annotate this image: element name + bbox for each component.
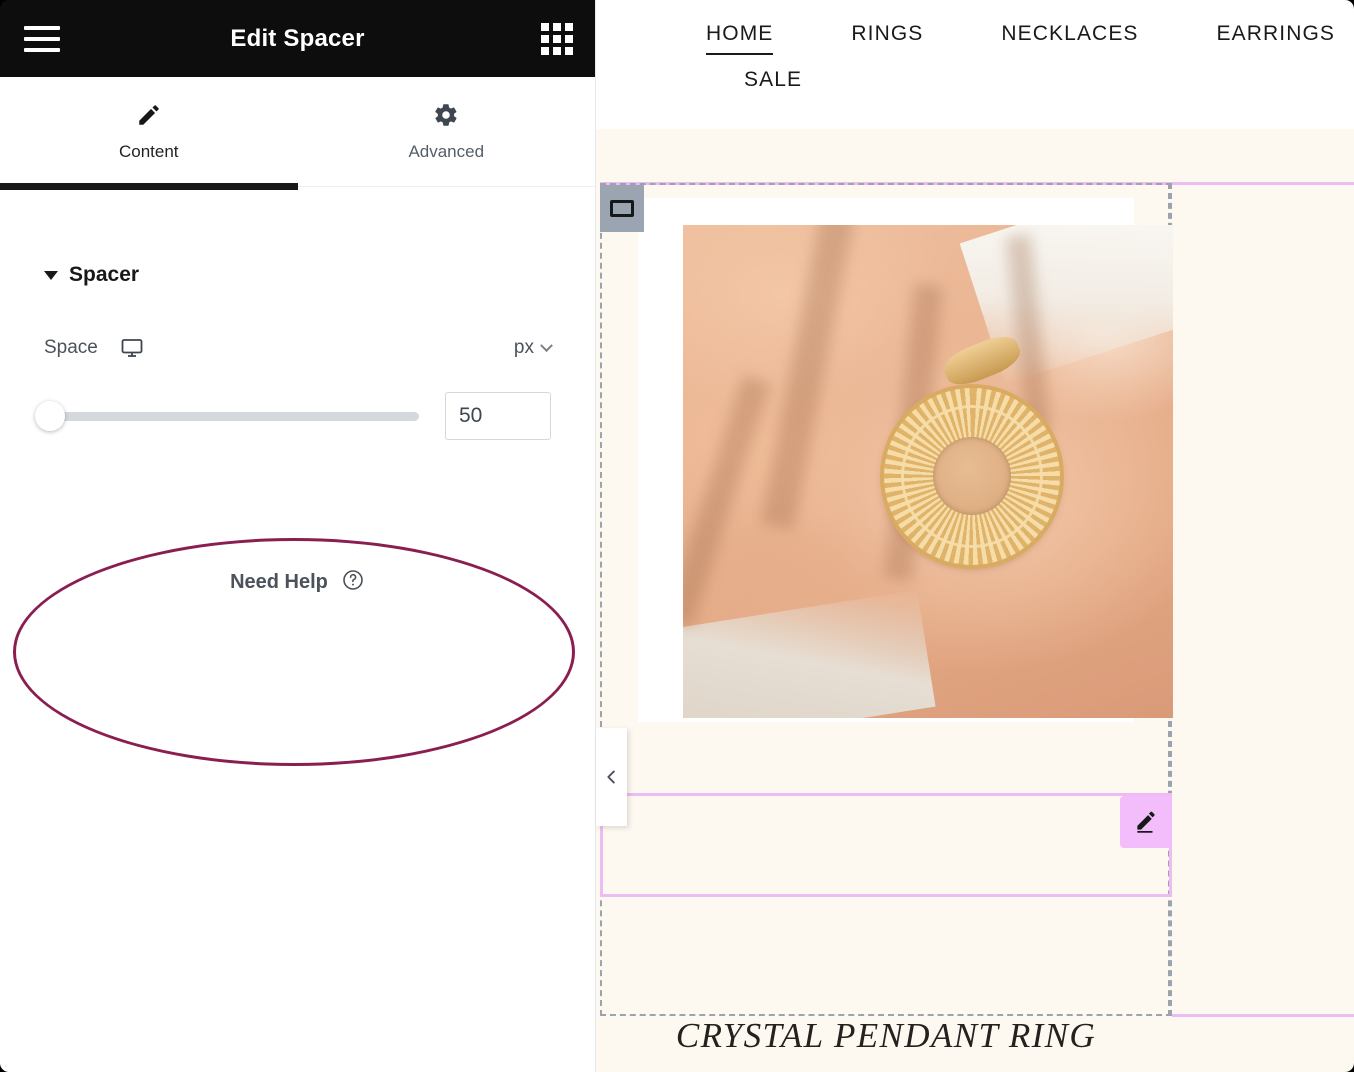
space-slider[interactable] (35, 401, 419, 431)
product-image[interactable] (683, 225, 1173, 718)
space-label: Space (44, 337, 98, 358)
slider-handle[interactable] (35, 401, 65, 431)
tab-content[interactable]: Content (0, 77, 298, 190)
panel-header: Edit Spacer (0, 0, 595, 77)
pencil-icon (136, 102, 162, 128)
panel-tabs: Content Advanced (0, 77, 596, 190)
hamburger-icon[interactable] (24, 25, 60, 52)
product-title: CRYSTAL PENDANT RING (675, 1016, 1097, 1055)
image-widget-handle-icon[interactable] (600, 185, 644, 232)
nav-item-rings[interactable]: RINGS (851, 22, 923, 53)
site-nav: HOME RINGS NECKLACES EARRINGS SALE (596, 0, 1354, 129)
nav-item-sale[interactable]: SALE (744, 68, 802, 99)
product-image-card (638, 198, 1173, 722)
slider-track (44, 411, 419, 421)
ring-inner-ring (901, 404, 1044, 548)
page-title: Edit Spacer (230, 24, 365, 52)
nav-item-necklaces[interactable]: NECKLACES (1001, 22, 1138, 53)
caret-down-icon[interactable] (44, 270, 58, 280)
section-spacer-header[interactable]: Spacer (44, 263, 595, 287)
chevron-down-icon (540, 338, 553, 352)
space-input[interactable] (445, 392, 551, 440)
spacer-widget-highlight[interactable] (600, 793, 1172, 897)
section-bottom-boundary (1172, 1014, 1354, 1017)
need-help-button[interactable]: Need Help (0, 568, 595, 597)
question-circle-icon[interactable] (341, 568, 365, 597)
nav-row-primary: HOME RINGS NECKLACES EARRINGS (596, 22, 1354, 55)
editor-panel: Edit Spacer Content Advanced Spacer Spac… (0, 0, 596, 1072)
need-help-label: Need Help (230, 571, 328, 593)
tab-advanced-label: Advanced (408, 141, 485, 161)
unit-value: px (513, 337, 534, 358)
nav-row-secondary: SALE (596, 68, 1354, 99)
nav-item-earrings[interactable]: EARRINGS (1217, 22, 1336, 53)
unit-select[interactable]: px (513, 337, 553, 359)
tab-content-label: Content (118, 141, 179, 161)
gear-icon (433, 102, 459, 128)
grid-apps-icon[interactable] (541, 22, 573, 55)
space-slider-row (35, 392, 551, 440)
chevron-left-icon (607, 770, 615, 784)
panel-body: Spacer Space px 50 Need Help (0, 263, 595, 1072)
editor-window: Edit Spacer Content Advanced Spacer Spac… (0, 0, 1354, 1072)
section-top-boundary (600, 182, 1354, 185)
tab-advanced[interactable]: Advanced (298, 77, 596, 186)
desktop-monitor-icon[interactable] (120, 336, 144, 360)
spacer-edit-button[interactable] (1120, 796, 1172, 848)
preview-canvas: HOME RINGS NECKLACES EARRINGS SALE CRYST… (596, 0, 1354, 1072)
section-title: Spacer (69, 263, 140, 286)
pencil-edit-icon (1137, 811, 1155, 833)
panel-collapse-button[interactable] (596, 728, 627, 826)
nav-item-home[interactable]: HOME (706, 22, 774, 55)
space-control-row: Space px (44, 336, 553, 360)
